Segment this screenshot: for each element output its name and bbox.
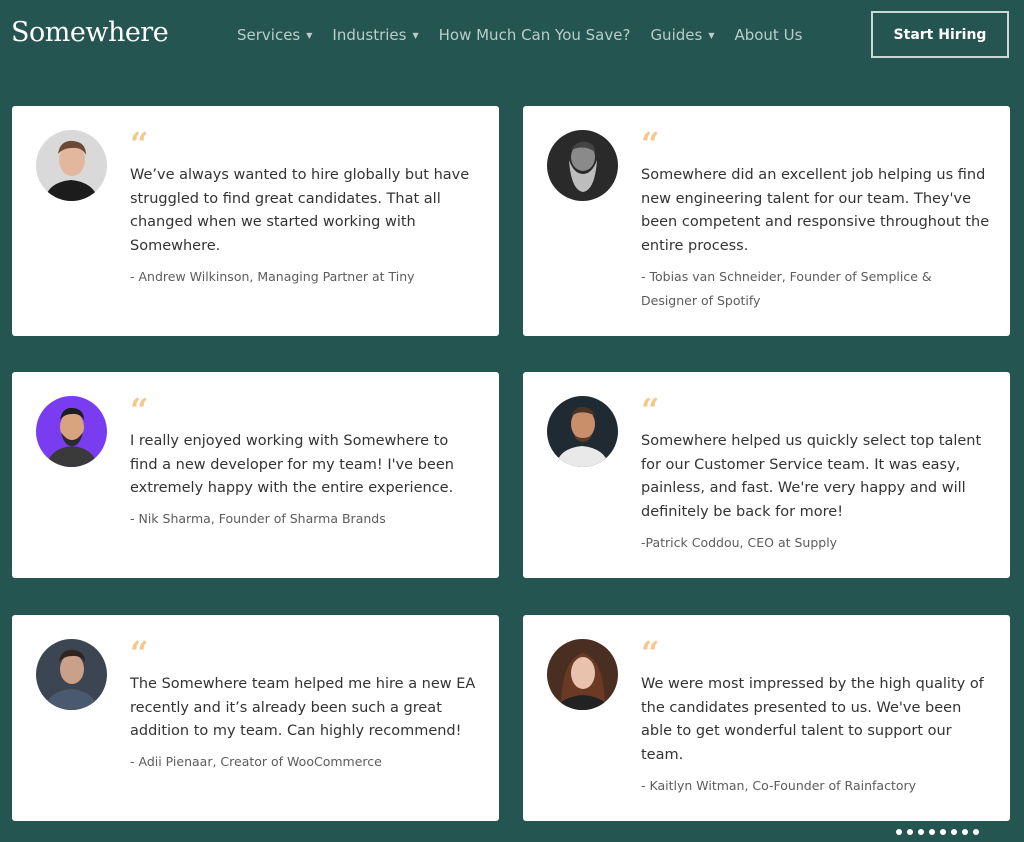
testimonial-card: “ We’ve always wanted to hire globally b… — [12, 106, 499, 336]
site-logo[interactable]: Somewhere — [11, 17, 169, 48]
nav-item-services[interactable]: Services ▼ — [237, 26, 312, 44]
caret-down-icon: ▼ — [412, 30, 419, 40]
testimonial-attribution: - Tobias van Schneider, Founder of Sempl… — [641, 269, 932, 308]
testimonial-attribution: - Kaitlyn Witman, Co-Founder of Rainfact… — [641, 778, 917, 793]
quote-icon: “ — [130, 125, 149, 163]
avatar — [36, 130, 107, 201]
quote-icon: “ — [641, 391, 660, 429]
caret-down-icon: ▼ — [306, 30, 313, 40]
quote-icon: “ — [130, 634, 149, 672]
pagination-dot[interactable] — [896, 829, 902, 835]
testimonial-attribution: - Adii Pienaar, Creator of WooCommerce — [130, 754, 382, 769]
site-header: Somewhere Services ▼ Industries ▼ How Mu… — [0, 0, 1024, 72]
pagination-dot[interactable] — [907, 829, 913, 835]
testimonial-card: “ The Somewhere team helped me hire a ne… — [12, 615, 499, 821]
testimonial-card: “ I really enjoyed working with Somewher… — [12, 372, 499, 578]
nav-item-label: Guides — [650, 26, 703, 44]
start-hiring-button[interactable]: Start Hiring — [871, 11, 1009, 58]
nav-item-label: Services — [237, 26, 301, 44]
avatar — [36, 396, 107, 467]
nav-item-industries[interactable]: Industries ▼ — [332, 26, 418, 44]
quote-icon: “ — [641, 125, 660, 163]
testimonial-card: “ We were most impressed by the high qua… — [523, 615, 1010, 821]
main-nav: Services ▼ Industries ▼ How Much Can You… — [237, 24, 822, 46]
avatar — [36, 639, 107, 710]
quote-icon: “ — [130, 391, 149, 429]
nav-item-guides[interactable]: Guides ▼ — [650, 26, 714, 44]
testimonial-text: Somewhere helped us quickly select top t… — [641, 433, 982, 520]
pagination-dot[interactable] — [962, 829, 968, 835]
testimonial-attribution: - Andrew Wilkinson, Managing Partner at … — [130, 269, 415, 284]
avatar — [547, 130, 618, 201]
nav-item-about[interactable]: About Us — [734, 26, 802, 44]
nav-item-savings[interactable]: How Much Can You Save? — [439, 26, 631, 44]
testimonial-card: “ Somewhere helped us quickly select top… — [523, 372, 1010, 578]
avatar — [547, 639, 618, 710]
pagination-dot[interactable] — [940, 829, 946, 835]
pagination-dot[interactable] — [929, 829, 935, 835]
nav-item-label: About Us — [734, 26, 803, 44]
testimonial-text: We were most impressed by the high quali… — [641, 676, 984, 763]
pagination-dot[interactable] — [973, 829, 979, 835]
quote-icon: “ — [641, 634, 660, 672]
testimonial-text: We’ve always wanted to hire globally but… — [130, 167, 470, 254]
pagination-dot[interactable] — [918, 829, 924, 835]
testimonial-attribution: -Patrick Coddou, CEO at Supply — [641, 535, 838, 550]
testimonial-text: The Somewhere team helped me hire a new … — [130, 676, 476, 739]
carousel-pagination — [896, 829, 979, 835]
testimonial-text: Somewhere did an excellent job helping u… — [641, 167, 990, 254]
nav-item-label: How Much Can You Save? — [438, 26, 631, 44]
avatar — [547, 396, 618, 467]
testimonial-card: “ Somewhere did an excellent job helping… — [523, 106, 1010, 336]
testimonial-text: I really enjoyed working with Somewhere … — [130, 433, 454, 496]
pagination-dot[interactable] — [951, 829, 957, 835]
caret-down-icon: ▼ — [708, 30, 715, 40]
nav-item-label: Industries — [332, 26, 407, 44]
testimonial-attribution: - Nik Sharma, Founder of Sharma Brands — [130, 511, 386, 526]
